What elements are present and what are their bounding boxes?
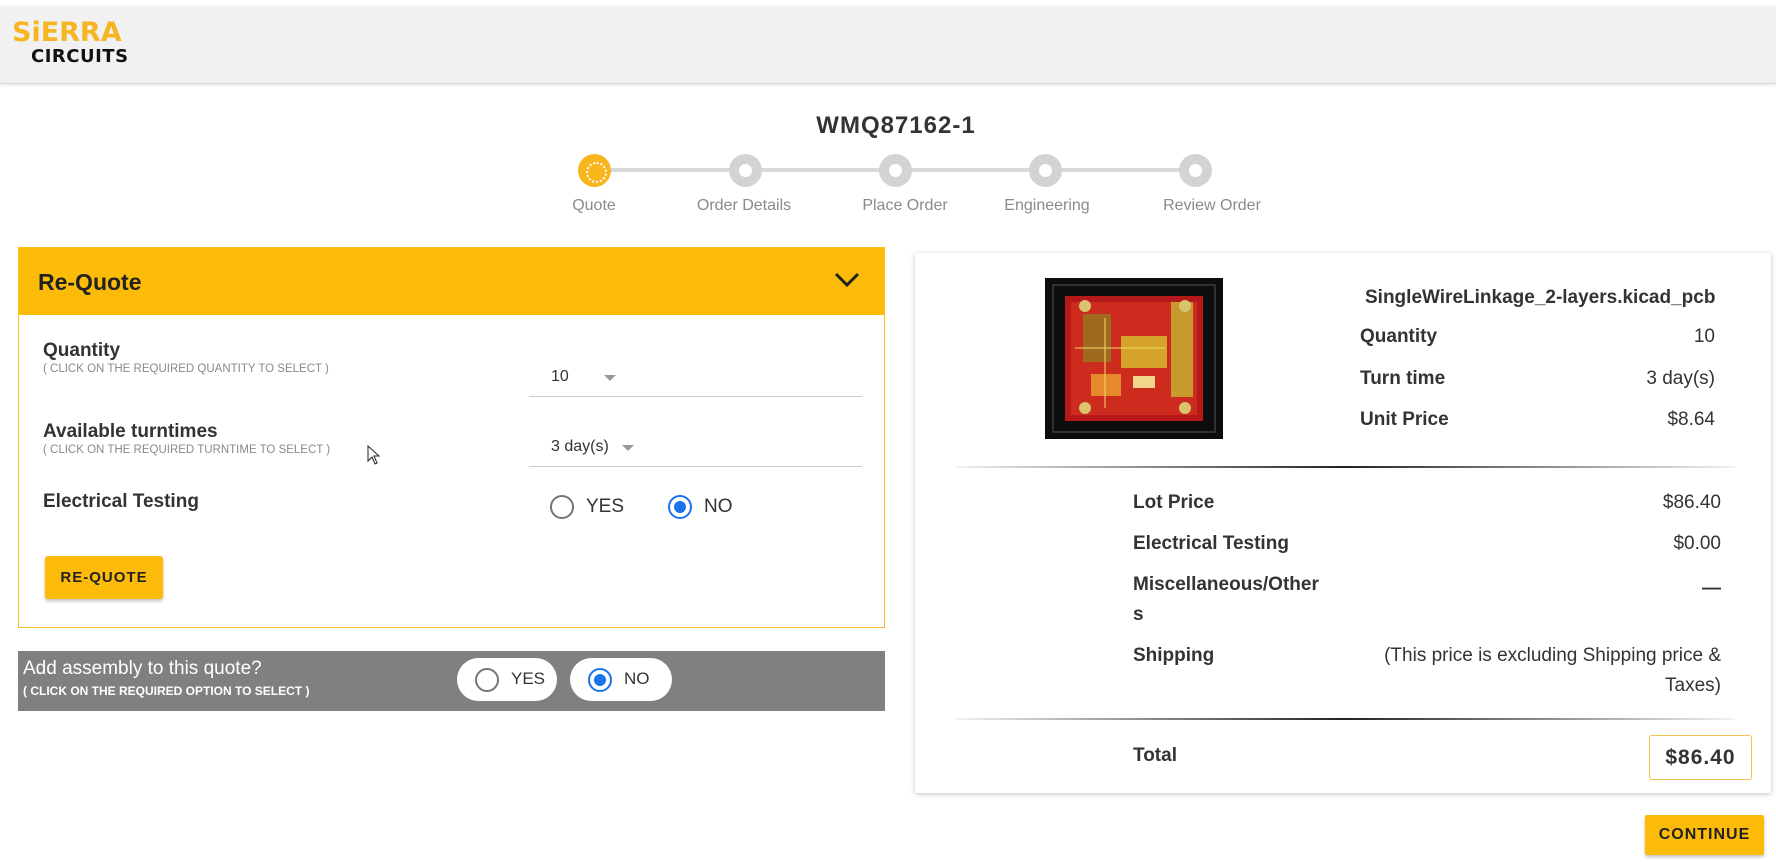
assembly-hint: ( CLICK ON THE REQUIRED OPTION TO SELECT… <box>23 684 310 698</box>
assembly-yes-radio[interactable] <box>475 668 499 692</box>
step-order-details-dot <box>729 154 762 187</box>
summary-total-label: Total <box>1133 745 1177 766</box>
chevron-down-icon[interactable] <box>834 270 860 290</box>
turntime-hint: ( CLICK ON THE REQUIRED TURNTIME TO SELE… <box>43 444 331 456</box>
summary-turn-label: Turn time <box>1360 368 1446 389</box>
summary-unit-value: $8.64 <box>1667 409 1715 430</box>
summary-turn-value: 3 day(s) <box>1646 368 1715 389</box>
requote-button[interactable]: RE-QUOTE <box>45 556 163 599</box>
requote-title: Re-Quote <box>38 269 142 295</box>
summary-misc-label-wrap: s <box>1133 604 1144 625</box>
sierra-circuits-logo[interactable]: SiERRA CIRCUITS <box>12 19 142 69</box>
turntime-label: Available turntimes <box>43 421 218 442</box>
top-header: SiERRA CIRCUITS <box>0 6 1776 84</box>
step-order-details-label: Order Details <box>696 197 792 214</box>
order-id-title: WMQ87162-1 <box>816 112 976 139</box>
summary-etest-value: $0.00 <box>1673 533 1721 554</box>
summary-shipping-note-wrap: Taxes) <box>1665 675 1721 696</box>
step-review-order-dot <box>1179 154 1212 187</box>
quantity-hint: ( CLICK ON THE REQUIRED QUANTITY TO SELE… <box>43 363 329 375</box>
step-place-order-label: Place Order <box>862 197 948 214</box>
step-engineering-label: Engineering <box>1004 197 1090 214</box>
quantity-label: Quantity <box>43 340 121 361</box>
etest-yes-label[interactable]: YES <box>586 496 624 518</box>
summary-filename: SingleWireLinkage_2-layers.kicad_pcb <box>1365 287 1716 308</box>
summary-lot-value: $86.40 <box>1662 492 1721 513</box>
caret-down-icon <box>622 445 634 451</box>
electrical-testing-label: Electrical Testing <box>43 491 199 512</box>
assembly-no-radio[interactable] <box>588 668 612 692</box>
summary-divider-top <box>955 466 1735 468</box>
step-engineering-dot <box>1029 154 1062 187</box>
assembly-yes-label[interactable]: YES <box>511 669 545 689</box>
assembly-bar: Add assembly to this quote? ( CLICK ON T… <box>18 651 885 711</box>
quantity-select-value: 10 <box>551 368 569 385</box>
step-quote-label: Quote <box>572 197 616 214</box>
summary-misc-label: Miscellaneous/Other <box>1133 574 1319 595</box>
assembly-yes-option[interactable]: YES <box>457 658 557 701</box>
turntime-select-value: 3 day(s) <box>551 438 609 455</box>
summary-shipping-note: (This price is excluding Shipping price … <box>1384 645 1721 666</box>
quantity-select[interactable]: 10 <box>529 345 862 397</box>
logo-bottom-text: CIRCUITS <box>31 46 129 67</box>
step-quote-dot <box>578 154 611 187</box>
summary-shipping-label: Shipping <box>1133 645 1215 666</box>
summary-misc-value: — <box>1702 578 1721 599</box>
mouse-cursor-icon <box>367 445 381 465</box>
etest-yes-radio[interactable] <box>550 495 574 519</box>
assembly-question: Add assembly to this quote? <box>23 658 262 679</box>
summary-lot-label: Lot Price <box>1133 492 1215 513</box>
pcb-preview-image <box>1045 278 1223 439</box>
caret-down-icon <box>604 375 616 381</box>
step-review-order-label: Review Order <box>1163 197 1261 214</box>
summary-quantity-label: Quantity <box>1360 326 1438 347</box>
logo-top-text: SiERRA <box>12 17 122 48</box>
summary-unit-label: Unit Price <box>1360 409 1449 430</box>
summary-etest-label: Electrical Testing <box>1133 533 1289 554</box>
etest-no-radio[interactable] <box>668 495 692 519</box>
summary-quantity-value: 10 <box>1693 326 1715 347</box>
quote-summary-card: SingleWireLinkage_2-layers.kicad_pcb Qua… <box>915 253 1771 793</box>
requote-header[interactable]: Re-Quote <box>19 248 884 315</box>
assembly-no-option[interactable]: NO <box>570 658 672 701</box>
summary-divider-bottom <box>955 718 1735 720</box>
assembly-no-label[interactable]: NO <box>624 669 650 689</box>
continue-button[interactable]: CONTINUE <box>1645 815 1764 855</box>
step-place-order-dot <box>879 154 912 187</box>
turntime-select[interactable]: 3 day(s) <box>529 415 862 467</box>
etest-no-label[interactable]: NO <box>704 496 733 518</box>
summary-total-value: $86.40 <box>1649 735 1752 780</box>
requote-panel: Re-Quote Quantity ( CLICK ON THE REQUIRE… <box>18 247 885 628</box>
